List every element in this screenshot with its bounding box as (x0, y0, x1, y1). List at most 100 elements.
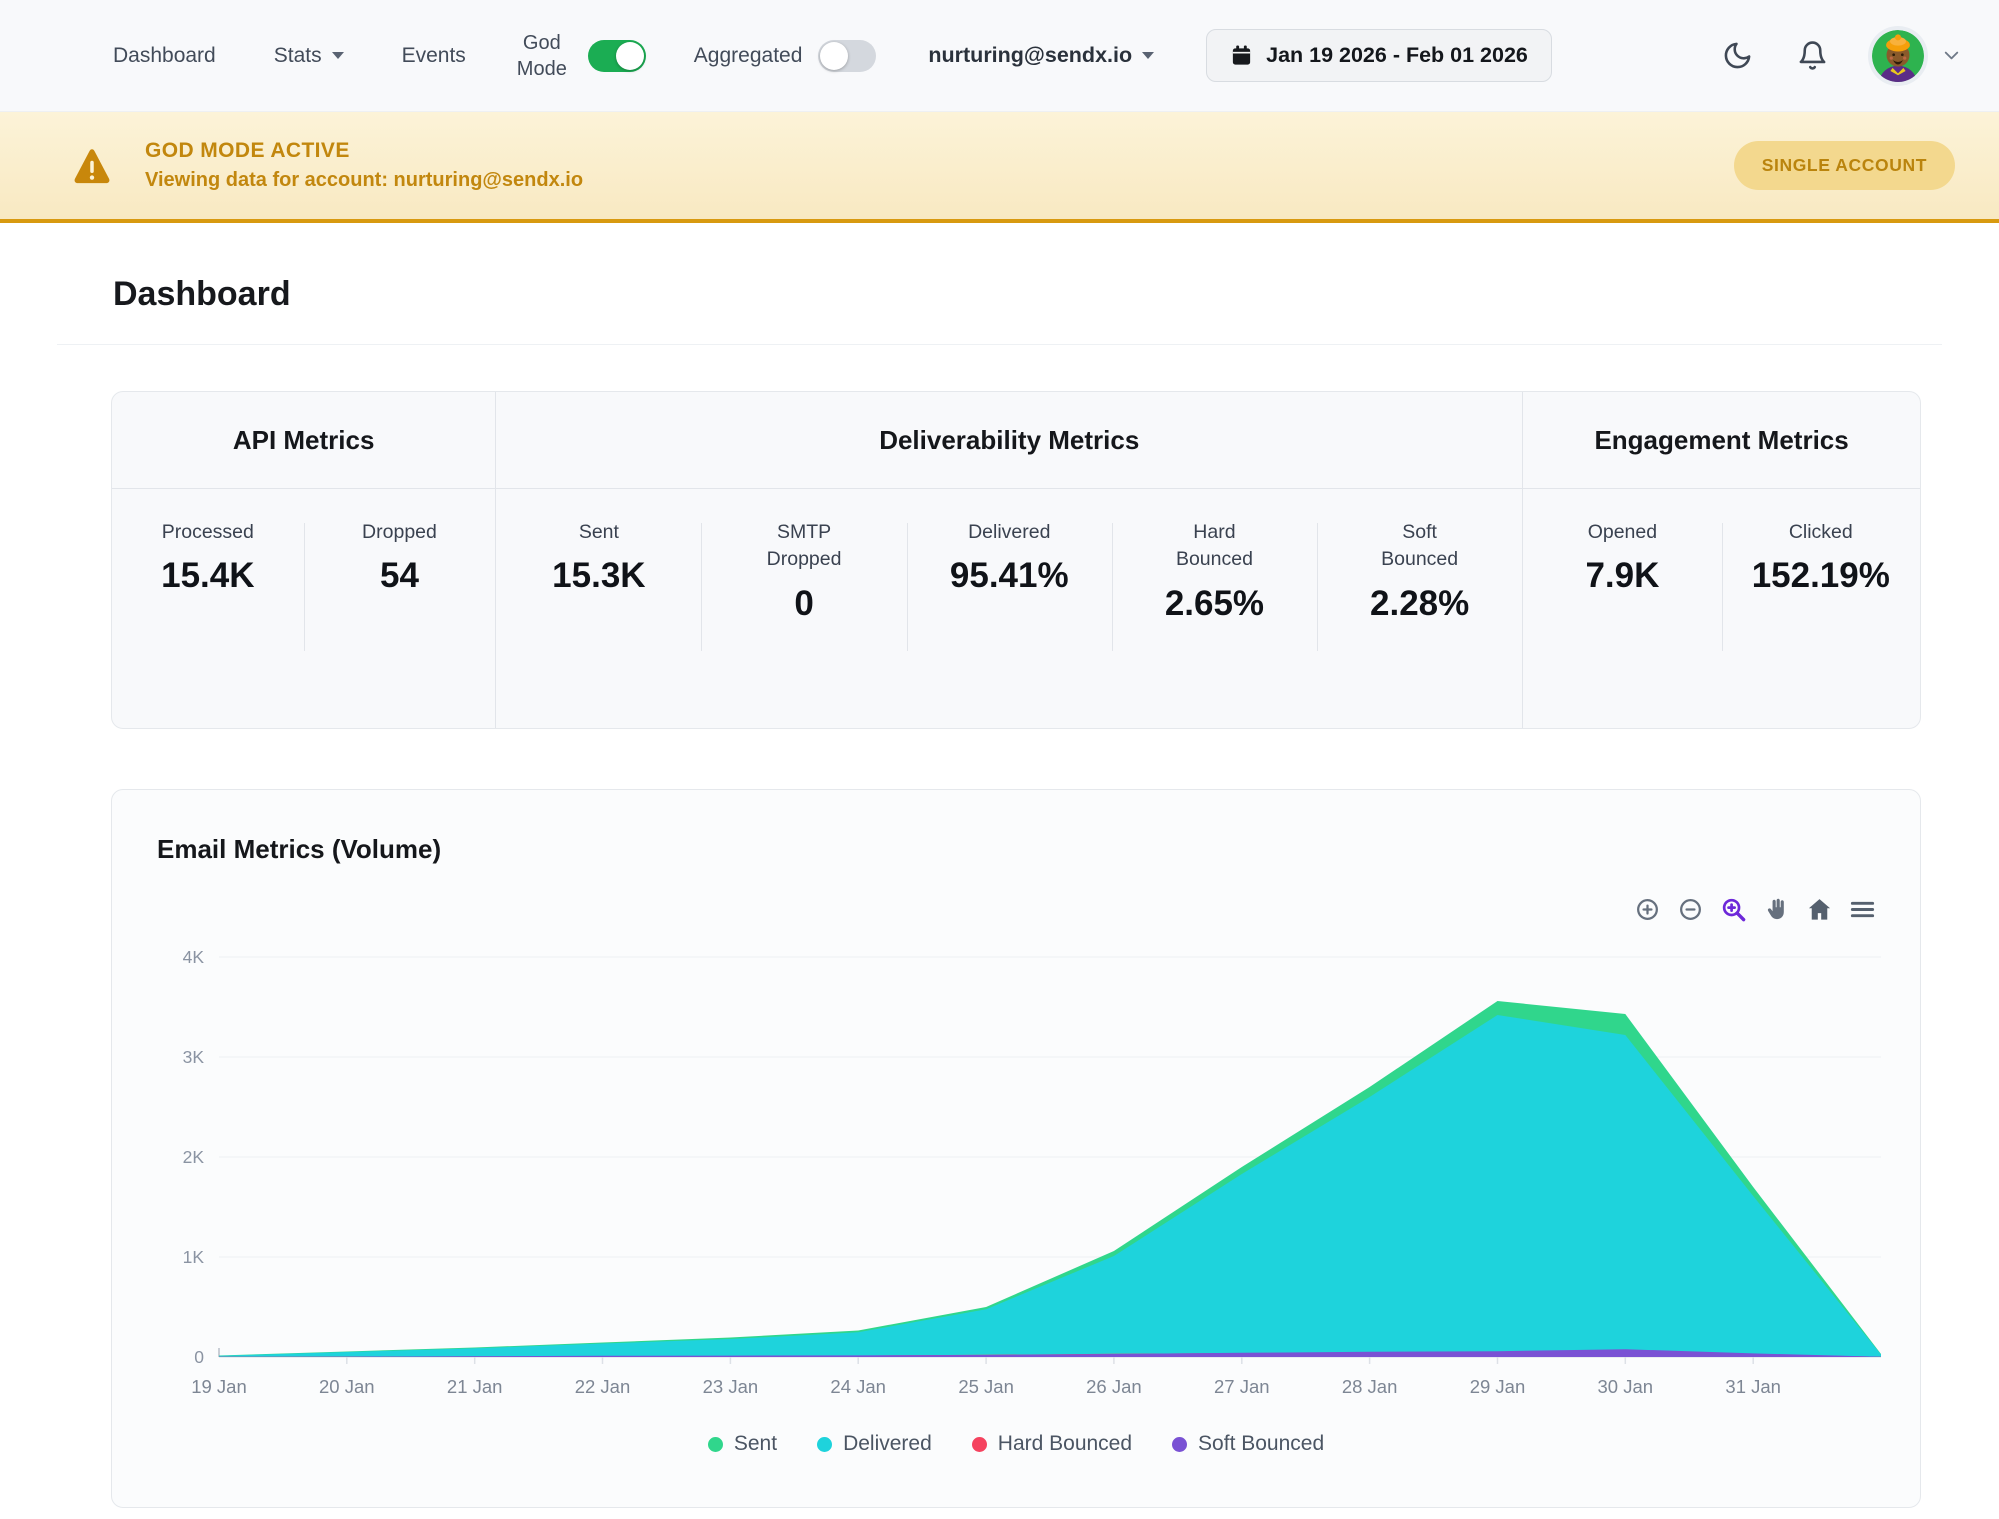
metrics-group-title: Deliverability Metrics (496, 392, 1523, 489)
stat-soft-bounced: Soft Bounced 2.28% (1317, 519, 1522, 728)
legend-item-soft-bounced[interactable]: Soft Bounced (1172, 1432, 1324, 1456)
legend-dot (817, 1436, 833, 1452)
stat-value: 152.19% (1751, 556, 1890, 596)
nav-link-events[interactable]: Events (402, 44, 466, 68)
x-axis-label: 19 Jan (191, 1376, 247, 1397)
y-axis-label: 0 (194, 1347, 204, 1367)
stat-sent: Sent 15.3K (496, 519, 701, 728)
x-axis-label: 31 Jan (1725, 1376, 1781, 1397)
legend-item-sent[interactable]: Sent (707, 1432, 778, 1456)
area-delivered (219, 1015, 1881, 1357)
stat-value: 7.9K (1585, 556, 1660, 596)
x-axis-label: 23 Jan (703, 1376, 759, 1397)
legend-label: Hard Bounced (997, 1432, 1133, 1455)
legend-label: Soft Bounced (1198, 1432, 1325, 1455)
legend-label: Sent (733, 1432, 778, 1455)
stat-label: Processed (161, 521, 254, 543)
stat-opened: Opened 7.9K (1523, 519, 1721, 728)
stat-value: 2.65% (1164, 583, 1265, 623)
legend-dot (1172, 1436, 1188, 1452)
calendar-icon (1232, 45, 1251, 65)
page-header: Dashboard (57, 223, 1942, 345)
y-axis-label: 1K (183, 1247, 205, 1267)
stat-label: Sent (578, 521, 619, 543)
stat-label: Dropped (362, 521, 437, 543)
god-mode-banner: GOD MODE ACTIVE Viewing data for account… (0, 112, 1999, 223)
stat-hard-bounced: Hard Bounced 2.65% (1111, 519, 1317, 728)
email-metrics-card: Email Metrics (Volume) 4K 3K 2K 1K 0 19 Jan 20… (111, 789, 1921, 1508)
nav-link-label: Stats (273, 43, 322, 67)
moon-icon (1724, 42, 1751, 69)
aggregated-toggle[interactable] (818, 39, 877, 72)
stat-label: Clicked (1788, 521, 1853, 543)
account-selector[interactable]: nurturing@sendx.io (928, 43, 1155, 68)
dark-mode-button[interactable] (1722, 40, 1753, 71)
stat-value: 0 (794, 583, 814, 623)
home-icon[interactable] (1806, 896, 1833, 923)
toggle-knob (820, 41, 849, 70)
email-metrics-chart[interactable]: 4K 3K 2K 1K 0 19 Jan 20 Jan 21 Jan 22 Jan 23 Jan 2… (112, 923, 1920, 1403)
stat-label: Delivered (968, 521, 1051, 543)
banner-title: GOD MODE ACTIVE (145, 139, 350, 162)
stat-clicked: Clicked 152.19% (1721, 519, 1920, 728)
stat-label: SMTP Dropped (766, 521, 842, 571)
chevron-down-icon (331, 52, 344, 59)
aggregated-label: Aggregated (693, 43, 803, 67)
x-axis-label: 29 Jan (1470, 1376, 1526, 1397)
single-account-badge: SINGLE ACCOUNT (1733, 141, 1955, 190)
banner-text: GOD MODE ACTIVE Viewing data for account… (145, 139, 583, 192)
selection-zoom-icon[interactable] (1720, 896, 1747, 923)
bell-icon (1799, 41, 1826, 70)
chevron-down-icon (1142, 52, 1155, 59)
metrics-group-title: API Metrics (112, 392, 496, 489)
legend-label: Delivered (843, 1432, 932, 1455)
nav-link-label: Events (401, 43, 466, 67)
date-range-picker[interactable]: Jan 19 2026 - Feb 01 2026 (1206, 29, 1552, 82)
stat-value: 95.41% (949, 556, 1069, 596)
zoom-out-icon[interactable] (1677, 896, 1704, 923)
zoom-in-icon[interactable] (1634, 896, 1661, 923)
god-mode-toggle[interactable] (587, 39, 646, 72)
notifications-button[interactable] (1797, 40, 1828, 71)
profile-menu-button[interactable] (1940, 44, 1963, 67)
avatar-illustration (1872, 29, 1924, 82)
legend-item-hard-bounced[interactable]: Hard Bounced (971, 1432, 1133, 1456)
y-axis-label: 3K (183, 1047, 205, 1067)
stat-smtp-dropped: SMTP Dropped 0 (701, 519, 906, 728)
legend-dot (971, 1436, 987, 1452)
x-axis-label: 20 Jan (319, 1376, 375, 1397)
x-axis-label: 26 Jan (1086, 1376, 1142, 1397)
account-email: nurturing@sendx.io (928, 43, 1133, 67)
legend-item-delivered[interactable]: Delivered (817, 1432, 932, 1456)
user-avatar[interactable] (1868, 25, 1928, 86)
stat-processed: Processed 15.4K (112, 519, 304, 728)
banner-subtitle: Viewing data for account: nurturing@send… (145, 169, 584, 191)
nav-link-stats[interactable]: Stats (274, 44, 344, 68)
stat-value: 15.4K (161, 556, 255, 596)
page-title: Dashboard (113, 275, 291, 313)
stat-dropped: Dropped 54 (303, 519, 496, 728)
x-axis-label: 25 Jan (958, 1376, 1014, 1397)
metrics-group-engagement: Engagement Metrics Opened 7.9K Clicked 1… (1522, 392, 1920, 728)
metrics-group-title: Engagement Metrics (1523, 392, 1920, 489)
menu-icon[interactable] (1849, 896, 1876, 923)
stat-label: Hard Bounced (1175, 521, 1253, 571)
metrics-group-body: Opened 7.9K Clicked 152.19% (1523, 489, 1920, 728)
legend-dot (707, 1436, 723, 1452)
stat-delivered: Delivered 95.41% (906, 519, 1112, 728)
y-axis-label: 4K (183, 947, 205, 967)
y-axis-label: 2K (183, 1147, 205, 1167)
chart-legend: Sent Delivered Hard Bounced Soft Bounced (112, 1432, 1920, 1456)
metrics-card: API Metrics Processed 15.4K Dropped 54 D… (111, 391, 1921, 729)
chart-toolbar (1634, 896, 1876, 923)
email-metrics-plot: 4K 3K 2K 1K 0 19 Jan 20 Jan 21 Jan 22 Jan 23 Jan 2… (183, 947, 1881, 1397)
stat-value: 15.3K (552, 556, 646, 596)
metrics-group-api: API Metrics Processed 15.4K Dropped 54 (112, 392, 496, 728)
nav-link-label: Dashboard (113, 43, 216, 67)
nav-link-dashboard[interactable]: Dashboard (113, 44, 216, 68)
toggle-knob (615, 41, 644, 70)
stat-value: 2.28% (1370, 583, 1470, 623)
god-mode-label: God Mode (516, 31, 567, 80)
stat-value: 54 (379, 556, 419, 596)
pan-icon[interactable] (1763, 896, 1790, 923)
